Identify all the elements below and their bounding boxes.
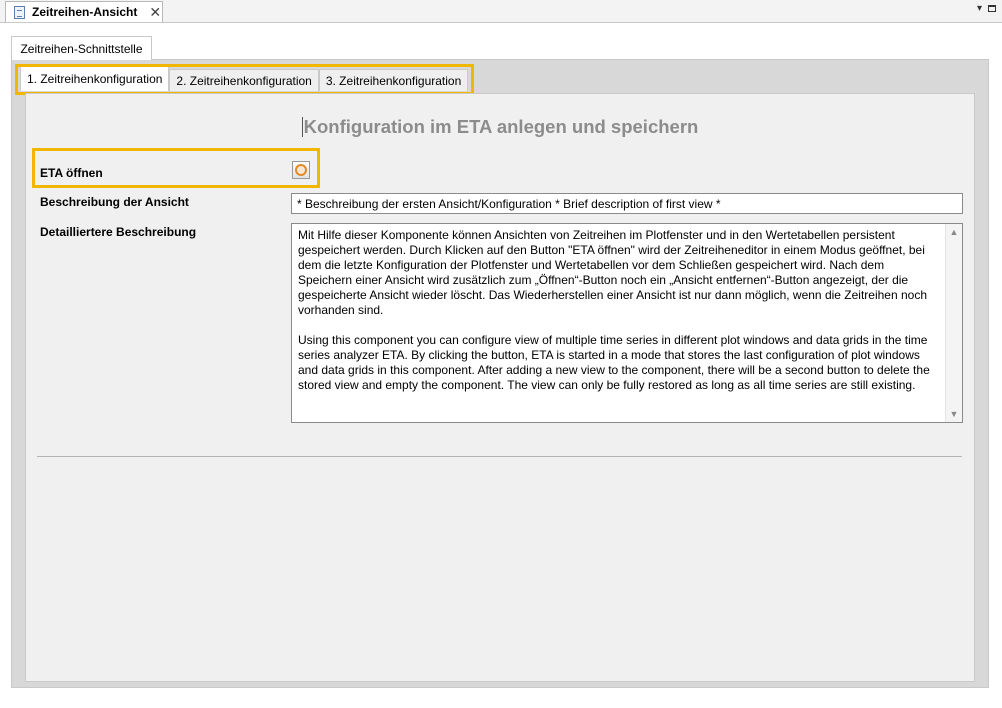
tab-configuration-3[interactable]: 3. Zeitreihenkonfiguration — [318, 69, 469, 91]
detail-description-text: Mit Hilfe dieser Komponente können Ansic… — [298, 228, 940, 408]
editor-tab-zeitreihen-ansicht[interactable]: Zeitreihen-Ansicht ✕ — [5, 1, 163, 22]
tab-configuration-2[interactable]: 2. Zeitreihenkonfiguration — [169, 69, 319, 91]
detail-text-german: Mit Hilfe dieser Komponente können Ansic… — [298, 228, 928, 317]
detail-text-english: Using this component you can configure v… — [298, 333, 930, 392]
eta-open-button[interactable] — [292, 161, 310, 179]
editor-content: Zeitreihen-Schnittstelle 1. Zeitreihenko… — [0, 23, 1002, 708]
detail-description-label: Detailliertere Beschreibung — [40, 225, 197, 239]
editor-tab-bar: Zeitreihen-Ansicht ✕ ▾ — [0, 0, 1002, 23]
maximize-icon[interactable] — [988, 5, 996, 12]
interface-frame: 1. Zeitreihenkonfiguration 2. Zeitreihen… — [11, 59, 989, 688]
close-icon[interactable]: ✕ — [149, 5, 161, 19]
text-caret — [301, 117, 303, 137]
page-title-text: Konfiguration im ETA anlegen und speiche… — [303, 116, 699, 137]
configuration-panel: Konfiguration im ETA anlegen und speiche… — [25, 93, 975, 682]
view-menu-icon[interactable]: ▾ — [977, 3, 982, 14]
vertical-scrollbar[interactable]: ▲ ▼ — [945, 224, 962, 422]
detail-description-textarea[interactable]: Mit Hilfe dieser Komponente können Ansic… — [291, 223, 963, 423]
section-divider — [37, 456, 962, 457]
configuration-tabs: 1. Zeitreihenkonfiguration 2. Zeitreihen… — [20, 66, 469, 92]
description-input[interactable] — [291, 193, 963, 214]
tab-configuration-1[interactable]: 1. Zeitreihenkonfiguration — [20, 66, 170, 91]
chevron-down-icon[interactable]: ▼ — [946, 406, 962, 422]
page-title: Konfiguration im ETA anlegen und speiche… — [26, 116, 974, 138]
tab-zeitreihen-schnittstelle[interactable]: Zeitreihen-Schnittstelle — [11, 36, 152, 60]
chevron-up-icon[interactable]: ▲ — [946, 224, 962, 240]
document-icon — [14, 5, 25, 19]
editor-tab-label: Zeitreihen-Ansicht — [32, 5, 138, 19]
eta-logo-icon — [295, 164, 307, 176]
eta-open-label: ETA öffnen — [40, 166, 103, 180]
description-label: Beschreibung der Ansicht — [40, 195, 189, 209]
